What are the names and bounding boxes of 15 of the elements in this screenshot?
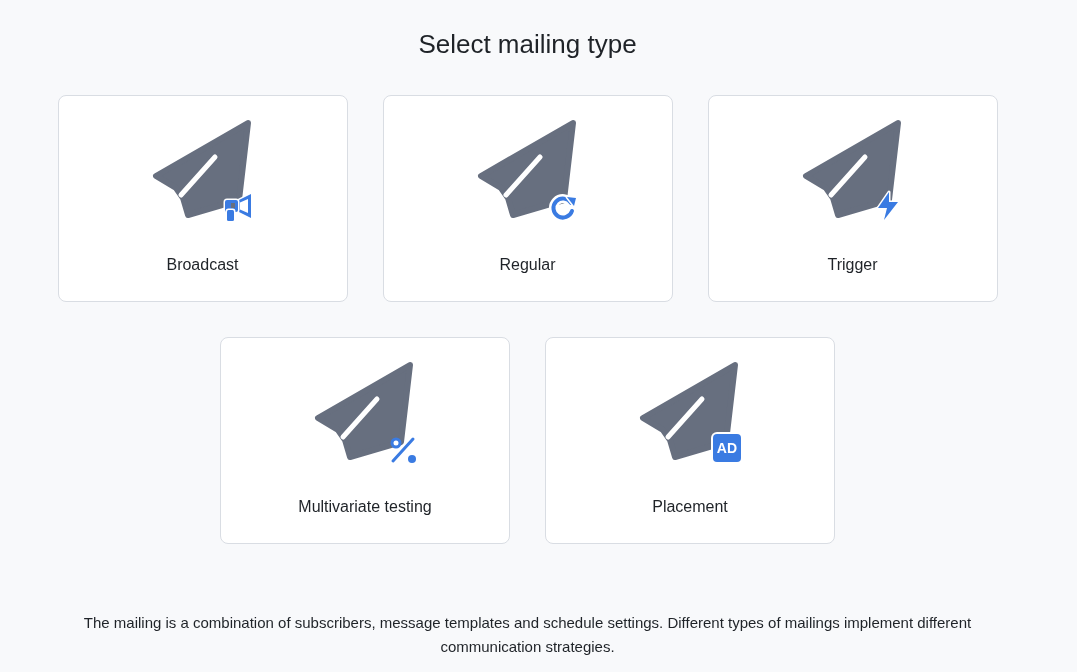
mailing-type-card[interactable]: AD Placement [545, 337, 835, 544]
mailing-type-card[interactable]: Trigger [707, 95, 998, 302]
paper-plane-icon [314, 360, 416, 462]
paper-plane-icon [801, 118, 904, 220]
mailing-type-card[interactable]: Multivariate testing [220, 337, 510, 544]
paper-plane-icon [639, 360, 741, 462]
paper-plane-icon [151, 118, 254, 220]
megaphone-icon [222, 192, 254, 223]
refresh-icon [547, 191, 579, 222]
mailing-type-card[interactable]: Broadcast [57, 95, 348, 302]
page-title: Select mailing type [418, 28, 637, 61]
paper-plane-icon [476, 118, 579, 220]
ad-badge: AD [712, 434, 741, 462]
description-text: The mailing is a combination of subscribers, message templates and schedule settings. Different types of mailings implement different communication strategies. [82, 613, 973, 657]
mailing-type-card[interactable]: Regular [382, 95, 673, 302]
